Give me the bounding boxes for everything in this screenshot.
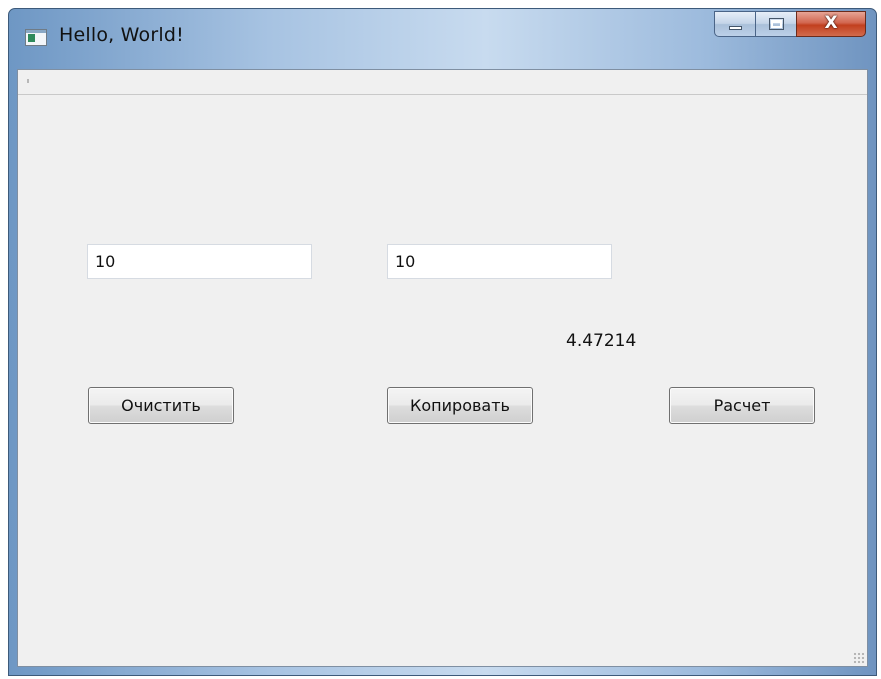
result-label: 4.47214	[566, 331, 637, 351]
menu-bar	[18, 70, 867, 95]
caption-buttons: X	[714, 11, 866, 37]
minimize-icon	[729, 26, 742, 30]
title-bar[interactable]: Hello, World! X	[9, 9, 876, 69]
app-window-icon[interactable]	[25, 29, 47, 46]
calculate-button[interactable]: Расчет	[669, 387, 815, 424]
close-icon: X	[824, 13, 838, 33]
app-window: Hello, World! X 4.47214 Очистить Копиров…	[8, 8, 877, 676]
window-client-area: 4.47214 Очистить Копировать Расчет	[17, 69, 868, 667]
menu-grip-icon	[27, 79, 29, 83]
copy-button[interactable]: Копировать	[387, 387, 533, 424]
second-number-input[interactable]	[387, 244, 612, 279]
maximize-icon	[769, 18, 784, 30]
maximize-button[interactable]	[755, 11, 797, 37]
minimize-button[interactable]	[714, 11, 756, 37]
resize-grip-icon[interactable]	[853, 652, 865, 664]
window-title: Hello, World!	[59, 24, 184, 46]
clear-button[interactable]: Очистить	[88, 387, 234, 424]
first-number-input[interactable]	[87, 244, 312, 279]
close-button[interactable]: X	[796, 11, 866, 37]
